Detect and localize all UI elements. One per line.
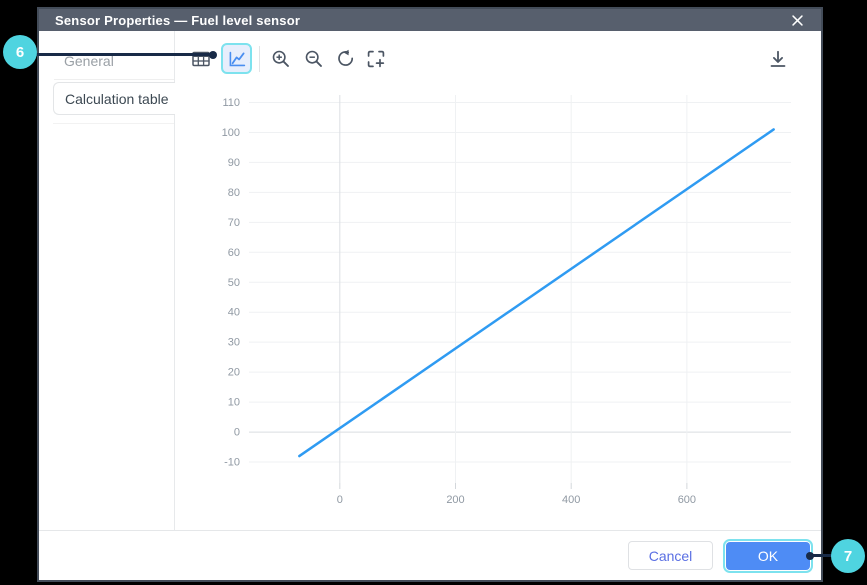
x-tick-label: 200 — [446, 494, 464, 506]
callout-dot-7 — [806, 552, 814, 560]
close-icon[interactable] — [789, 12, 805, 28]
y-tick-label: -10 — [224, 457, 240, 469]
ok-button-highlight: OK — [723, 538, 813, 573]
dialog-footer: Cancel OK — [39, 530, 821, 580]
callout-dot-6 — [209, 51, 217, 59]
reset-view-icon — [338, 49, 354, 66]
toolbar-divider — [259, 46, 260, 72]
x-tick-label: 0 — [337, 494, 343, 506]
chart-view-button[interactable] — [221, 43, 252, 74]
download-icon — [770, 50, 786, 67]
callout-badge-7: 7 — [831, 539, 865, 573]
y-tick-label: 70 — [228, 217, 240, 229]
calculation-table-panel: -10 0 10 20 30 40 50 60 70 80 90 100 110 0 200 400 600 — [175, 31, 821, 530]
y-tick-label: 90 — [228, 157, 240, 169]
chart-view-icon — [229, 51, 245, 66]
download-button[interactable] — [764, 45, 792, 73]
chart-line — [298, 128, 775, 458]
cancel-button[interactable]: Cancel — [628, 541, 713, 570]
zoom-in-button[interactable] — [267, 45, 295, 73]
x-tick-label: 600 — [678, 494, 696, 506]
y-tick-label: 0 — [234, 427, 240, 439]
y-tick-label: 110 — [222, 97, 240, 109]
y-tick-label: 30 — [228, 337, 240, 349]
table-view-button[interactable] — [187, 45, 215, 73]
y-tick-label: 10 — [228, 397, 240, 409]
dialog-title: Sensor Properties — Fuel level sensor — [55, 12, 301, 28]
ok-button[interactable]: OK — [726, 541, 810, 570]
y-tick-label: 80 — [228, 187, 240, 199]
zoom-out-icon — [305, 50, 322, 67]
y-tick-label: 60 — [228, 247, 240, 259]
sensor-properties-dialog: Sensor Properties — Fuel level sensor Ge… — [37, 7, 823, 582]
reset-view-button[interactable] — [331, 45, 359, 73]
dialog-titlebar: Sensor Properties — Fuel level sensor — [39, 9, 821, 31]
table-view-icon — [192, 51, 210, 67]
x-tick-label: 400 — [562, 494, 580, 506]
y-tick-label: 50 — [228, 277, 240, 289]
zoom-in-icon — [272, 50, 289, 67]
calibration-chart[interactable]: -10 0 10 20 30 40 50 60 70 80 90 100 110 0 200 400 600 — [175, 91, 821, 530]
zoom-out-button[interactable] — [300, 45, 328, 73]
tab-separator — [54, 79, 174, 80]
tab-calculation-table[interactable]: Calculation table — [53, 82, 175, 115]
expand-button[interactable] — [362, 45, 390, 73]
callout-line-6 — [18, 53, 212, 56]
dialog-body: General Calculation table -10 0 10 20 30… — [39, 31, 821, 530]
y-tick-label: 100 — [222, 127, 240, 139]
expand-icon — [367, 50, 385, 68]
screen: Sensor Properties — Fuel level sensor Ge… — [0, 0, 867, 585]
callout-badge-6: 6 — [3, 35, 37, 69]
y-tick-label: 40 — [228, 307, 240, 319]
tab-separator — [53, 123, 174, 124]
y-tick-label: 20 — [228, 367, 240, 379]
tab-list: General Calculation table — [39, 31, 175, 530]
